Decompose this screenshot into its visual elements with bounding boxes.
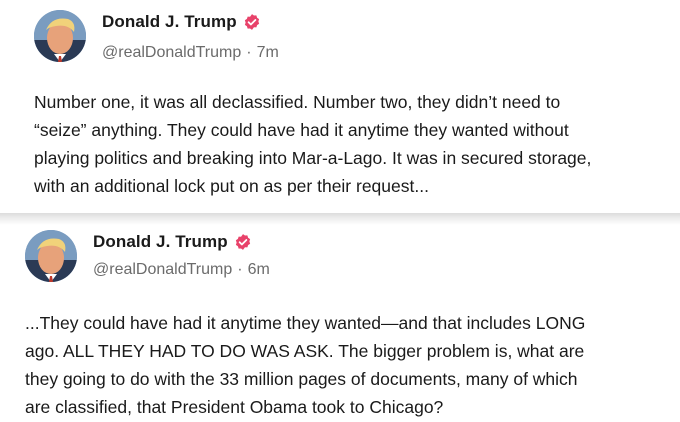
display-name[interactable]: Donald J. Trump bbox=[102, 12, 237, 32]
handle[interactable]: @realDonaldTrump bbox=[102, 44, 241, 61]
separator-dot: · bbox=[237, 261, 243, 278]
separator-dot: · bbox=[246, 44, 252, 61]
handle[interactable]: @realDonaldTrump bbox=[93, 261, 232, 278]
post-body: ...They could have had it anytime they w… bbox=[25, 313, 586, 417]
post-divider bbox=[0, 213, 680, 225]
display-name[interactable]: Donald J. Trump bbox=[93, 232, 228, 252]
avatar-image bbox=[25, 230, 77, 282]
post-card[interactable]: Donald J. Trump @realDonaldTrump · 7m Numb… bbox=[0, 0, 680, 214]
timestamp[interactable]: 7m bbox=[257, 44, 279, 61]
avatar[interactable] bbox=[25, 230, 77, 282]
verified-badge-icon bbox=[243, 13, 261, 31]
avatar-image bbox=[34, 10, 86, 62]
avatar[interactable] bbox=[34, 10, 86, 62]
post-body: Number one, it was all declassified. Num… bbox=[34, 92, 592, 196]
timestamp[interactable]: 6m bbox=[248, 261, 270, 278]
post-card[interactable]: Donald J. Trump @realDonaldTrump · 6m ...T… bbox=[0, 214, 680, 422]
verified-badge-icon bbox=[234, 233, 252, 251]
